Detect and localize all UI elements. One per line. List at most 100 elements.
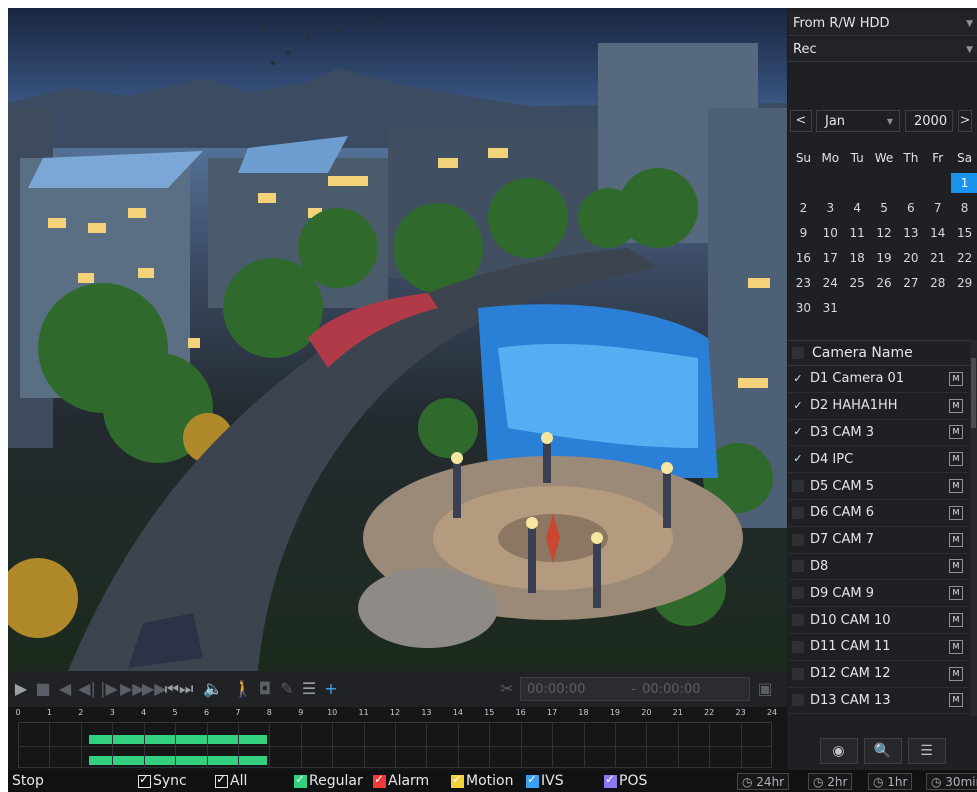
stop-icon[interactable]: ■ (32, 671, 54, 707)
camera-list-item[interactable]: ✓ D4 IPC M (788, 446, 969, 474)
camera-list-item[interactable]: D12 CAM 12 M (788, 661, 969, 688)
calendar-day[interactable]: 7 (924, 201, 951, 215)
range-2hr-button[interactable]: ◷ 2hr (808, 773, 853, 790)
camera-checkbox[interactable] (792, 640, 804, 653)
camera-list-item[interactable]: D11 CAM 11 M (788, 634, 969, 661)
fast-play-icon[interactable]: ▶▶ (142, 671, 167, 707)
add-tag-icon[interactable]: + (320, 671, 342, 707)
legend-ivs[interactable]: IVS (526, 770, 564, 792)
calendar-day[interactable]: 10 (817, 226, 844, 240)
volume-icon[interactable]: 🔈 (202, 671, 224, 707)
prev-next-record-icon[interactable]: ⏮⏭ (164, 671, 194, 707)
sync-checkbox[interactable]: Sync (138, 770, 187, 792)
camera-checkbox[interactable]: ✓ (792, 426, 804, 438)
camera-main-stream-badge[interactable]: M (949, 505, 963, 520)
calendar-day[interactable]: 8 (951, 201, 977, 215)
legend-motion-box[interactable] (451, 772, 464, 788)
month-select[interactable]: Jan ▼ (816, 110, 900, 132)
camera-list-item[interactable]: ✓ D2 HAHA1HH M (788, 393, 969, 420)
camera-checkbox[interactable] (792, 560, 804, 573)
range-24hr-button[interactable]: ◷ 24hr (737, 773, 790, 790)
legend-ivs-box[interactable] (526, 772, 539, 788)
scrollbar-thumb[interactable] (971, 358, 976, 428)
camera-main-stream-badge[interactable]: M (949, 559, 963, 574)
calendar-day[interactable]: 1 (951, 172, 977, 193)
legend-regular-box[interactable] (294, 772, 307, 788)
calendar-day[interactable]: 11 (844, 226, 871, 240)
camera-list-item[interactable]: ✓ D3 CAM 3 M (788, 420, 969, 447)
play-reverse-icon[interactable]: ◀ (54, 671, 76, 707)
fisheye-icon[interactable]: ◉ (819, 738, 858, 764)
camera-list-item[interactable]: D13 CAM 13 M (788, 688, 969, 715)
calendar-day[interactable]: 12 (871, 226, 898, 240)
calendar-day[interactable]: 31 (817, 301, 844, 315)
calendar-day[interactable]: 14 (924, 226, 951, 240)
calendar-day[interactable]: 19 (871, 251, 898, 265)
source-select[interactable]: From R/W HDD ▼ (788, 12, 977, 36)
clip-icon[interactable]: ✂ (496, 671, 518, 707)
calendar-day[interactable]: 5 (871, 201, 898, 215)
camera-checkbox[interactable] (792, 614, 804, 627)
camera-list-item[interactable]: ✓ D1 Camera 01 M (788, 366, 969, 393)
prev-frame-icon[interactable]: ◀| (76, 671, 98, 707)
recording-bar-channel-1[interactable] (89, 735, 267, 744)
calendar-day[interactable]: 15 (951, 226, 977, 240)
camera-list-item[interactable]: D6 CAM 6 M (788, 500, 969, 527)
legend-motion[interactable]: Motion (451, 770, 513, 792)
save-clip-icon[interactable]: ▣ (754, 671, 776, 707)
timeline-grid[interactable] (18, 722, 772, 768)
camera-main-stream-badge[interactable]: M (949, 371, 963, 386)
camera-checkbox[interactable]: ✓ (792, 372, 804, 385)
camera-main-stream-badge[interactable]: M (949, 452, 963, 467)
calendar-day[interactable]: 24 (817, 276, 844, 290)
calendar-day[interactable]: 6 (897, 201, 924, 215)
range-30min-button[interactable]: ◷ 30min (926, 773, 977, 790)
year-field[interactable]: 2000 (905, 110, 953, 132)
camera-main-stream-badge[interactable]: M (949, 398, 963, 413)
camera-main-stream-badge[interactable]: M (949, 586, 963, 601)
legend-alarm-box[interactable] (373, 772, 386, 788)
record-type-select[interactable]: Rec ▼ (788, 38, 977, 62)
recording-bar-channel-2[interactable] (89, 756, 267, 765)
calendar-day[interactable]: 29 (951, 276, 977, 290)
camera-checkbox[interactable] (792, 480, 804, 493)
calendar-day[interactable]: 27 (897, 276, 924, 290)
calendar-day[interactable]: 3 (817, 201, 844, 215)
smart-search-icon[interactable]: 🔍 (863, 738, 902, 764)
timeline[interactable]: 0 1 2 3 4 5 6 7 8 9 10 11 12 13 14 15 16 17 18 19 20 21 22 23 24 (8, 707, 787, 770)
camera-main-stream-badge[interactable]: M (949, 613, 963, 628)
calendar-day[interactable]: 18 (844, 251, 871, 265)
next-frame-icon[interactable]: |▶ (98, 671, 120, 707)
legend-pos[interactable]: POS (604, 770, 647, 792)
record-list-icon[interactable]: ☰ (298, 671, 320, 707)
sync-checkbox-box[interactable] (138, 772, 151, 788)
calendar-day[interactable]: 20 (897, 251, 924, 265)
camera-checkbox[interactable]: ✓ (792, 453, 804, 465)
calendar-day[interactable]: 13 (897, 226, 924, 240)
calendar-day[interactable]: 25 (844, 276, 871, 290)
calendar-day[interactable]: 30 (790, 301, 817, 315)
camera-checkbox[interactable] (792, 667, 804, 680)
calendar-day[interactable]: 26 (871, 276, 898, 290)
legend-pos-box[interactable] (604, 772, 617, 788)
camera-checkbox[interactable]: ✓ (792, 399, 804, 412)
all-checkbox-box[interactable] (215, 772, 228, 788)
calendar-day[interactable]: 21 (924, 251, 951, 265)
camera-list-item[interactable]: D10 CAM 10 M (788, 607, 969, 634)
camera-main-stream-badge[interactable]: M (949, 425, 963, 440)
camera-main-stream-badge[interactable]: M (949, 479, 963, 494)
video-playback-frame[interactable] (8, 8, 787, 671)
clip-start-time[interactable]: 00:00:00 (527, 682, 585, 697)
camera-main-stream-badge[interactable]: M (949, 693, 963, 708)
camera-list-item[interactable]: D5 CAM 5 M (788, 473, 969, 500)
camera-main-stream-badge[interactable]: M (949, 666, 963, 681)
camera-checkbox[interactable] (792, 694, 804, 707)
smart-search-person-icon[interactable]: 🚶 (232, 671, 254, 707)
calendar-day[interactable]: 2 (790, 201, 817, 215)
list-view-icon[interactable]: ☰ (907, 738, 946, 764)
legend-regular[interactable]: Regular (294, 770, 363, 792)
calendar-day[interactable]: 23 (790, 276, 817, 290)
all-checkbox[interactable]: All (215, 770, 247, 792)
camera-list-item[interactable]: D9 CAM 9 M (788, 580, 969, 608)
camera-main-stream-badge[interactable]: M (949, 532, 963, 547)
